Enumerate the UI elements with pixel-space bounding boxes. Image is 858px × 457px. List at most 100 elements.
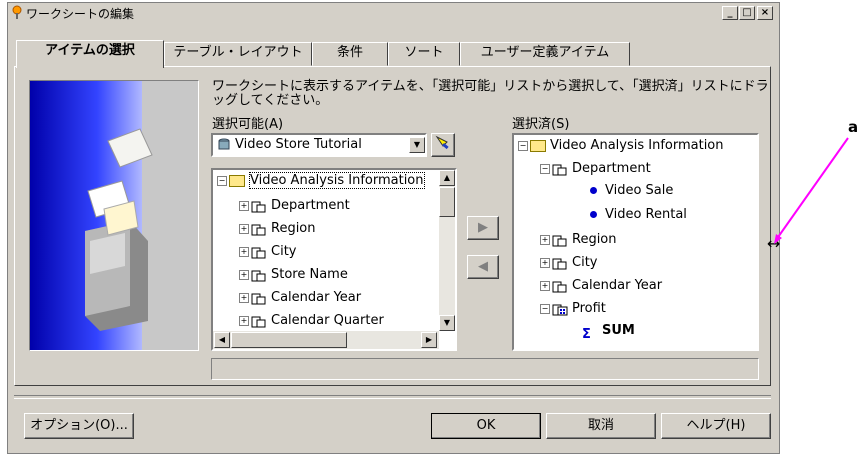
tree-label: Region bbox=[271, 221, 316, 236]
tab-user-defined-items[interactable]: ユーザー定義アイテム bbox=[460, 42, 630, 66]
expand-icon: + bbox=[540, 234, 550, 245]
dimension-folder-icon bbox=[251, 222, 267, 236]
add-item-button[interactable]: ▶ bbox=[467, 216, 499, 240]
arrow-right-icon: ▶ bbox=[478, 220, 488, 235]
scroll-left-icon[interactable]: ◀ bbox=[214, 332, 230, 348]
selected-items-tree[interactable]: − Video Analysis Information − Department … bbox=[512, 133, 759, 351]
remove-item-button[interactable]: ◀ bbox=[467, 255, 499, 279]
dimension-folder-icon bbox=[552, 233, 568, 247]
selected-item[interactable]: − Profit bbox=[540, 298, 606, 320]
dimension-folder-icon bbox=[251, 245, 267, 259]
chevron-down-icon[interactable]: ▼ bbox=[409, 137, 425, 153]
tab-sort[interactable]: ソート bbox=[388, 42, 460, 66]
selected-item-child[interactable]: Σ SUM bbox=[582, 320, 635, 342]
tree-label: Video Sale bbox=[605, 183, 674, 198]
divider bbox=[14, 395, 771, 399]
business-area-dropdown[interactable]: Video Store Tutorial ▼ bbox=[211, 133, 427, 157]
annotation-label: a bbox=[848, 118, 858, 136]
dimension-folder-icon bbox=[251, 268, 267, 282]
minimize-button[interactable]: _ bbox=[722, 6, 738, 20]
selected-label: 選択済(S) bbox=[512, 117, 570, 132]
available-label: 選択可能(A) bbox=[212, 117, 284, 132]
folder-icon bbox=[229, 174, 245, 187]
dimension-folder-icon bbox=[251, 199, 267, 213]
tree-label: Profit bbox=[572, 301, 606, 316]
available-item[interactable]: + Department bbox=[239, 195, 350, 217]
folder-icon bbox=[530, 139, 546, 152]
tree-label: SUM bbox=[602, 323, 635, 338]
dimension-folder-icon bbox=[552, 279, 568, 293]
tree-label: City bbox=[572, 255, 598, 270]
scroll-thumb[interactable] bbox=[439, 187, 455, 217]
tree-label: Video Analysis Information bbox=[249, 172, 425, 189]
expand-icon: + bbox=[239, 292, 249, 303]
dimension-folder-icon bbox=[251, 291, 267, 305]
available-item[interactable]: + Calendar Quarter bbox=[239, 310, 384, 332]
hscroll-thumb[interactable] bbox=[231, 332, 347, 348]
selected-item[interactable]: + Region bbox=[540, 229, 617, 251]
expand-icon: + bbox=[239, 269, 249, 280]
search-filter-button[interactable] bbox=[431, 133, 455, 157]
tab-table-layout[interactable]: テーブル・レイアウト bbox=[164, 42, 312, 66]
collapse-icon: − bbox=[540, 163, 550, 174]
tree-label: Region bbox=[572, 232, 617, 247]
item-bullet-icon bbox=[590, 211, 597, 218]
expand-icon: + bbox=[540, 280, 550, 291]
available-items-tree[interactable]: − Video Analysis Information + Department … bbox=[211, 168, 457, 351]
arrow-left-icon: ◀ bbox=[478, 259, 488, 274]
selected-item-child[interactable]: Video Sale bbox=[590, 180, 673, 202]
available-item[interactable]: + Store Name bbox=[239, 264, 348, 286]
title-bar[interactable]: ワークシートの編集 _ □ × bbox=[8, 3, 779, 22]
available-item[interactable]: + Region bbox=[239, 218, 316, 240]
tree-label: Store Name bbox=[271, 267, 348, 282]
maximize-button[interactable]: □ bbox=[739, 6, 755, 20]
selected-item[interactable]: + Calendar Year bbox=[540, 275, 662, 297]
collapse-icon: − bbox=[217, 175, 227, 186]
instructions-text: ワークシートに表示するアイテムを、「選択可能」リストから選択して、「選択済」リス… bbox=[212, 79, 769, 108]
cancel-button[interactable]: 取消 bbox=[546, 413, 656, 439]
dropdown-value: Video Store Tutorial bbox=[235, 137, 362, 152]
available-item[interactable]: + City bbox=[239, 241, 296, 263]
selected-item-child[interactable]: Video Rental bbox=[590, 204, 687, 226]
sum-icon: Σ bbox=[582, 326, 591, 342]
tree-label: Department bbox=[572, 161, 651, 176]
annotation-arrow bbox=[774, 137, 849, 244]
selected-item[interactable]: + City bbox=[540, 252, 597, 274]
options-button[interactable]: オプション(O)... bbox=[24, 413, 134, 439]
tree-root-available[interactable]: − Video Analysis Information bbox=[217, 170, 425, 192]
close-button[interactable]: × bbox=[757, 6, 773, 20]
pin-icon bbox=[12, 5, 22, 19]
tree-root-selected[interactable]: − Video Analysis Information bbox=[518, 135, 724, 157]
scroll-down-icon[interactable]: ▼ bbox=[439, 315, 455, 331]
collapse-icon: − bbox=[540, 303, 550, 314]
dimension-folder-icon bbox=[251, 314, 267, 328]
tree-label: City bbox=[271, 244, 297, 259]
wizard-illustration bbox=[29, 80, 199, 351]
dimension-folder-icon bbox=[552, 162, 568, 176]
scroll-up-icon[interactable]: ▲ bbox=[439, 170, 455, 186]
window-title: ワークシートの編集 bbox=[26, 7, 135, 21]
tab-conditions[interactable]: 条件 bbox=[312, 42, 388, 66]
status-bar bbox=[211, 358, 759, 380]
expand-icon: + bbox=[239, 246, 249, 257]
expand-icon: + bbox=[239, 200, 249, 211]
available-item[interactable]: + Calendar Year bbox=[239, 287, 361, 309]
tab-item-selection[interactable]: アイテムの選択 bbox=[16, 40, 164, 68]
tree-label: Video Rental bbox=[605, 207, 687, 222]
flashlight-icon bbox=[435, 135, 449, 150]
tree-label: Video Analysis Information bbox=[550, 138, 724, 153]
horizontal-scrollbar[interactable]: ◀ ▶ bbox=[213, 331, 439, 349]
measure-folder-icon bbox=[552, 302, 568, 316]
collapse-icon: − bbox=[518, 140, 528, 151]
expand-icon: + bbox=[239, 223, 249, 234]
selected-item[interactable]: − Department bbox=[540, 158, 651, 180]
help-button[interactable]: ヘルプ(H) bbox=[661, 413, 771, 439]
filing-cabinet-image bbox=[30, 81, 198, 350]
tree-label: Calendar Year bbox=[572, 278, 663, 293]
tree-label: Calendar Quarter bbox=[271, 313, 384, 328]
expand-icon: + bbox=[239, 315, 249, 326]
dimension-folder-icon bbox=[552, 256, 568, 270]
scroll-right-icon[interactable]: ▶ bbox=[421, 332, 437, 348]
ok-button[interactable]: OK bbox=[431, 413, 541, 439]
vertical-scrollbar[interactable]: ▲ ▼ bbox=[439, 170, 455, 331]
